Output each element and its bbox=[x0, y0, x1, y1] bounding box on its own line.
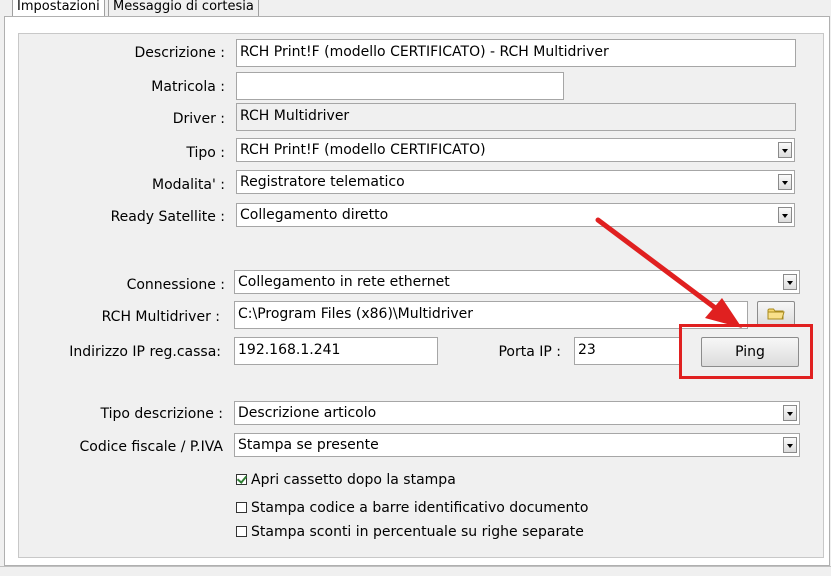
checkbox-stampa-codice-barre[interactable]: Stampa codice a barre identificativo doc… bbox=[236, 498, 588, 518]
tipo-label: Tipo : bbox=[186, 145, 225, 161]
ready-satellite-select[interactable]: Collegamento diretto bbox=[236, 203, 795, 227]
codice-fiscale-select-value: Stampa se presente bbox=[238, 437, 379, 453]
checkbox-stampa-codice-barre-label: Stampa codice a barre identificativo doc… bbox=[251, 500, 589, 516]
checkbox-stampa-sconti[interactable]: Stampa sconti in percentuale su righe se… bbox=[236, 522, 584, 542]
ready-satellite-label: Ready Satellite : bbox=[110, 209, 225, 225]
folder-icon bbox=[767, 308, 785, 320]
tab-impostazioni-label: Impostazioni bbox=[17, 0, 100, 14]
chevron-down-icon[interactable] bbox=[778, 142, 792, 158]
rch-multidriver-path-field[interactable]: C:\Program Files (x86)\Multidriver bbox=[234, 301, 748, 329]
indirizzo-ip-label: Indirizzo IP reg.cassa: bbox=[69, 344, 221, 360]
matricola-label: Matricola : bbox=[151, 79, 225, 95]
tipo-select-value: RCH Print!F (modello CERTIFICATO) bbox=[240, 142, 486, 158]
chevron-down-icon[interactable] bbox=[778, 174, 792, 190]
codice-fiscale-select[interactable]: Stampa se presente bbox=[234, 433, 800, 457]
checkbox-unchecked-icon[interactable] bbox=[236, 502, 247, 513]
connessione-label: Connessione : bbox=[126, 277, 225, 293]
connessione-select-value: Collegamento in rete ethernet bbox=[238, 274, 450, 290]
ready-satellite-select-value: Collegamento diretto bbox=[240, 207, 389, 223]
chevron-down-icon[interactable] bbox=[778, 207, 792, 223]
driver-field: RCH Multidriver bbox=[236, 103, 796, 131]
driver-label: Driver : bbox=[172, 111, 225, 127]
annotation-highlight-box bbox=[679, 324, 813, 379]
porta-ip-label: Porta IP : bbox=[498, 344, 561, 360]
tab-impostazioni[interactable]: Impostazioni bbox=[12, 0, 105, 16]
checkbox-apri-cassetto-label: Apri cassetto dopo la stampa bbox=[251, 472, 456, 488]
checkbox-unchecked-icon[interactable] bbox=[236, 526, 247, 537]
checkbox-checked-icon[interactable] bbox=[236, 474, 247, 485]
tipo-descrizione-label: Tipo descrizione : bbox=[100, 406, 223, 422]
tipo-descrizione-select-value: Descrizione articolo bbox=[238, 405, 377, 421]
tab-messaggio-di-cortesia[interactable]: Messaggio di cortesia bbox=[108, 0, 259, 16]
connessione-select[interactable]: Collegamento in rete ethernet bbox=[234, 270, 800, 294]
modalita-label: Modalita' : bbox=[152, 177, 225, 193]
checkbox-apri-cassetto[interactable]: Apri cassetto dopo la stampa bbox=[236, 470, 456, 490]
porta-ip-field[interactable]: 23 bbox=[574, 337, 682, 365]
tab-messaggio-label: Messaggio di cortesia bbox=[113, 0, 254, 14]
tipo-descrizione-select[interactable]: Descrizione articolo bbox=[234, 401, 800, 425]
chevron-down-icon[interactable] bbox=[783, 437, 797, 453]
checkbox-stampa-sconti-label: Stampa sconti in percentuale su righe se… bbox=[251, 524, 584, 540]
modalita-select-value: Registratore telematico bbox=[240, 174, 405, 190]
modalita-select[interactable]: Registratore telematico bbox=[236, 170, 795, 194]
indirizzo-ip-field[interactable]: 192.168.1.241 bbox=[234, 337, 438, 365]
rch-multidriver-label: RCH Multidriver : bbox=[101, 309, 220, 325]
descrizione-field[interactable]: RCH Print!F (modello CERTIFICATO) - RCH … bbox=[236, 39, 796, 67]
descrizione-label: Descrizione : bbox=[134, 45, 226, 61]
matricola-field[interactable] bbox=[236, 72, 564, 100]
chevron-down-icon[interactable] bbox=[783, 405, 797, 421]
chevron-down-icon[interactable] bbox=[783, 274, 797, 290]
tipo-select[interactable]: RCH Print!F (modello CERTIFICATO) bbox=[236, 138, 795, 162]
codice-fiscale-label: Codice fiscale / P.IVA bbox=[79, 439, 224, 455]
